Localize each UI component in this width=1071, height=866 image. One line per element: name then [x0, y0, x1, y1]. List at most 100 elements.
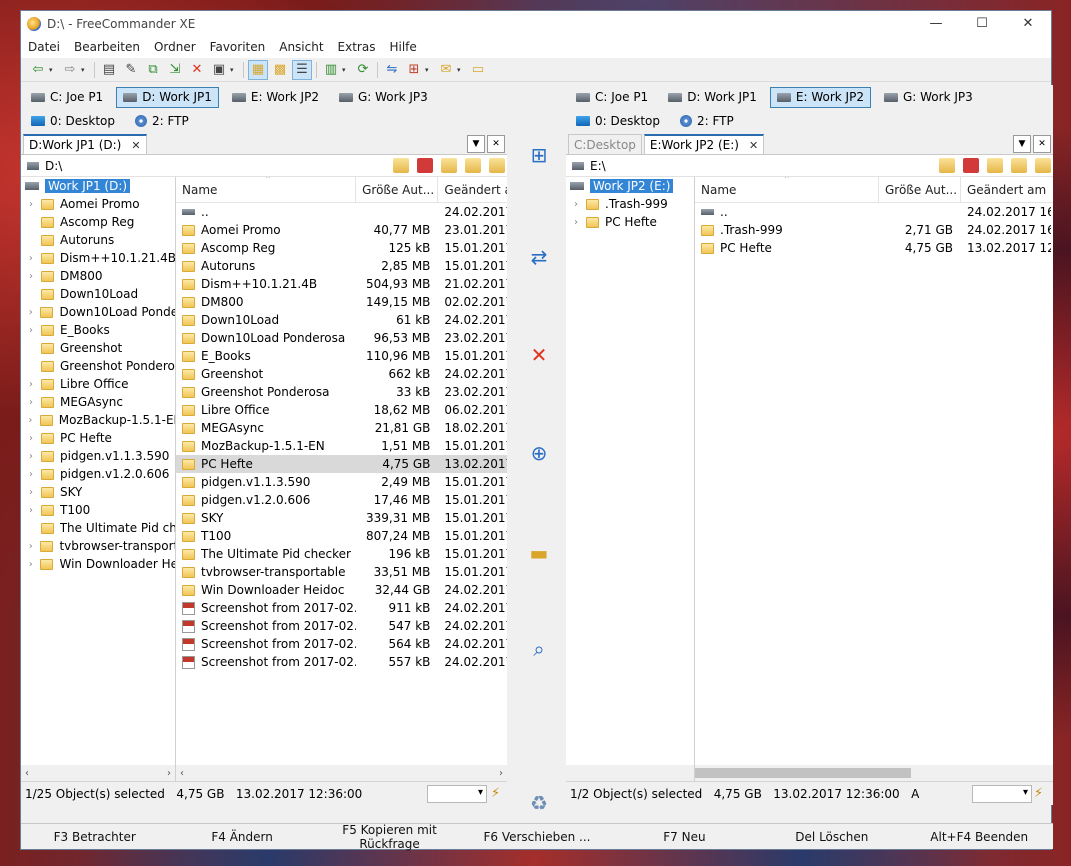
folder-menu-icon[interactable] — [489, 158, 505, 173]
tree-node[interactable]: Ascomp Reg — [21, 213, 175, 231]
fkey-button[interactable]: F7 Neu — [611, 830, 758, 844]
folder-tab[interactable]: C:Desktop — [568, 134, 642, 154]
file-row[interactable]: PC Hefte 4,75 GB 13.02.2017 — [176, 455, 507, 473]
favorite-button[interactable]: 2: FTP — [128, 111, 196, 132]
root-folder-icon[interactable] — [465, 158, 481, 173]
file-row[interactable]: T100 807,24 MB 15.01.2017 — [176, 527, 507, 545]
tree-node[interactable]: › .Trash-999 — [566, 195, 694, 213]
left-list-scrollbar[interactable]: ‹ › — [176, 765, 507, 781]
favorites-icon[interactable] — [417, 158, 433, 173]
forward-icon[interactable]: ⇨ — [60, 60, 80, 80]
file-row[interactable]: Down10Load 61 kB 24.02.2017 — [176, 311, 507, 329]
tab-close-button[interactable]: ✕ — [1033, 135, 1051, 153]
tree-node[interactable]: › DM800 — [21, 267, 175, 285]
expand-chevron-icon[interactable]: › — [21, 325, 41, 336]
tree-node[interactable]: › T100 — [21, 501, 175, 519]
tree-node[interactable]: Autoruns — [21, 231, 175, 249]
file-row[interactable]: Win Downloader Heidoc 32,44 GB 24.02.2017 — [176, 581, 507, 599]
file-row[interactable]: Greenshot Ponderosa 33 kB 23.02.2017 — [176, 383, 507, 401]
expand-chevron-icon[interactable]: › — [21, 253, 41, 264]
search-file-icon[interactable]: ⌕ — [527, 637, 551, 661]
tree-node[interactable]: › MozBackup-1.5.1-EN — [21, 411, 175, 429]
tree-node[interactable]: › pidgen.v1.1.3.590 — [21, 447, 175, 465]
tree-node[interactable]: › Win Downloader He — [21, 555, 175, 573]
file-row[interactable]: .Trash-999 2,71 GB 24.02.2017 16 — [695, 221, 1053, 239]
folder-history-icon[interactable] — [939, 158, 955, 173]
left-tree-scrollbar[interactable]: ‹ › — [21, 765, 175, 781]
folder-tab[interactable]: E:Work JP2 (E:) ✕ — [643, 134, 765, 154]
file-row[interactable]: Screenshot from 2017-02... 911 kB 24.02.20… — [176, 599, 507, 617]
expand-chevron-icon[interactable]: › — [21, 379, 41, 390]
file-row[interactable]: MozBackup-1.5.1-EN 1,51 MB 15.01.2017 — [176, 437, 507, 455]
file-row[interactable]: .. 24.02.2017 16 — [695, 203, 1053, 221]
filter-icon[interactable]: ⚡ — [1034, 786, 1050, 802]
drive-button[interactable]: C: Joe P1 — [569, 87, 655, 108]
move-icon[interactable]: ⇲ — [165, 60, 185, 80]
file-row[interactable]: pidgen.v1.1.3.590 2,49 MB 15.01.2017 — [176, 473, 507, 491]
notes-icon[interactable]: ✉ — [436, 60, 456, 80]
tree-node[interactable]: › PC Hefte — [566, 213, 694, 231]
file-row[interactable]: SKY 339,31 MB 15.01.2017 — [176, 509, 507, 527]
expand-chevron-icon[interactable]: › — [21, 451, 41, 462]
delete-icon[interactable]: ✕ — [187, 60, 207, 80]
left-path-bar[interactable]: D:\ — [21, 155, 507, 177]
tree-node[interactable]: › PC Hefte — [21, 429, 175, 447]
drive-button[interactable]: D: Work JP1 — [661, 87, 764, 108]
favorite-button[interactable]: 0: Desktop — [569, 111, 667, 132]
size-column-header[interactable]: Größe Aut... — [356, 177, 439, 202]
file-row[interactable]: Libre Office 18,62 MB 06.02.2017 — [176, 401, 507, 419]
tab-close-button[interactable]: ✕ — [487, 135, 505, 153]
file-row[interactable]: Aomei Promo 40,77 MB 23.01.2017 — [176, 221, 507, 239]
back-icon[interactable]: ⇦ — [28, 60, 48, 80]
file-row[interactable]: PC Hefte 4,75 GB 13.02.2017 12 — [695, 239, 1053, 257]
file-row[interactable]: Dism++10.1.21.4B 504,93 MB 21.02.2017 — [176, 275, 507, 293]
date-column-header[interactable]: Geändert am — [961, 177, 1051, 202]
tree-node[interactable]: Greenshot Pondero — [21, 357, 175, 375]
file-row[interactable]: Screenshot from 2017-02... 557 kB 24.02.20… — [176, 653, 507, 671]
parent-folder-icon[interactable] — [441, 158, 457, 173]
minimize-button[interactable]: — — [913, 11, 959, 36]
tab-menu-button[interactable]: ▼ — [1013, 135, 1031, 153]
recycle-bin-icon[interactable]: ♻ — [527, 791, 551, 815]
settings-icon[interactable]: ▭ — [468, 60, 488, 80]
folder-menu-icon[interactable] — [1035, 158, 1051, 173]
folder-tab[interactable]: D:Work JP1 (D:) ✕ — [23, 134, 147, 154]
size-column-header[interactable]: Größe Aut... — [879, 177, 961, 202]
expand-chevron-icon[interactable]: › — [21, 541, 40, 552]
fkey-button[interactable]: Del Löschen — [758, 830, 905, 844]
file-row[interactable]: pidgen.v1.2.0.606 17,46 MB 15.01.2017 — [176, 491, 507, 509]
fkey-button[interactable]: F3 Betrachter — [21, 830, 168, 844]
drive-button[interactable]: G: Work JP3 — [332, 87, 435, 108]
tree-node[interactable]: › Libre Office — [21, 375, 175, 393]
date-column-header[interactable]: Geändert a — [438, 177, 507, 202]
drive-button[interactable]: E: Work JP2 — [225, 87, 326, 108]
tree-node[interactable]: › pidgen.v1.2.0.606 — [21, 465, 175, 483]
folder-icon[interactable]: ▬ — [527, 541, 551, 565]
file-row[interactable]: .. 24.02.2017 — [176, 203, 507, 221]
edit-icon[interactable]: ✎ — [121, 60, 141, 80]
menu-extras[interactable]: Extras — [331, 40, 383, 54]
delete-icon[interactable]: ✕ — [527, 343, 551, 367]
expand-chevron-icon[interactable]: › — [566, 199, 586, 210]
folder-history-icon[interactable] — [393, 158, 409, 173]
fkey-button[interactable]: F4 Ändern — [168, 830, 315, 844]
expand-chevron-icon[interactable]: › — [21, 433, 41, 444]
tree-node[interactable]: › Dism++10.1.21.4B — [21, 249, 175, 267]
tree-node[interactable]: › Aomei Promo — [21, 195, 175, 213]
expand-chevron-icon[interactable]: › — [21, 505, 41, 516]
right-tree-scrollbar[interactable] — [566, 765, 694, 781]
tree-root[interactable]: Work JP1 (D:) — [21, 177, 175, 195]
menu-ordner[interactable]: Ordner — [147, 40, 203, 54]
expand-chevron-icon[interactable]: › — [21, 415, 40, 426]
thumbnails-icon[interactable]: ▩ — [270, 60, 290, 80]
tree-node[interactable]: › SKY — [21, 483, 175, 501]
tree-node[interactable]: › MEGAsync — [21, 393, 175, 411]
expand-chevron-icon[interactable]: › — [566, 217, 586, 228]
tab-menu-button[interactable]: ▼ — [467, 135, 485, 153]
tab-close-icon[interactable]: ✕ — [749, 139, 758, 152]
copy-icon[interactable]: ⧉ — [143, 60, 163, 80]
filter-icon[interactable]: ⚡ — [491, 786, 507, 802]
expand-chevron-icon[interactable]: › — [21, 487, 41, 498]
root-folder-icon[interactable] — [1011, 158, 1027, 173]
expand-chevron-icon[interactable]: › — [21, 307, 40, 318]
